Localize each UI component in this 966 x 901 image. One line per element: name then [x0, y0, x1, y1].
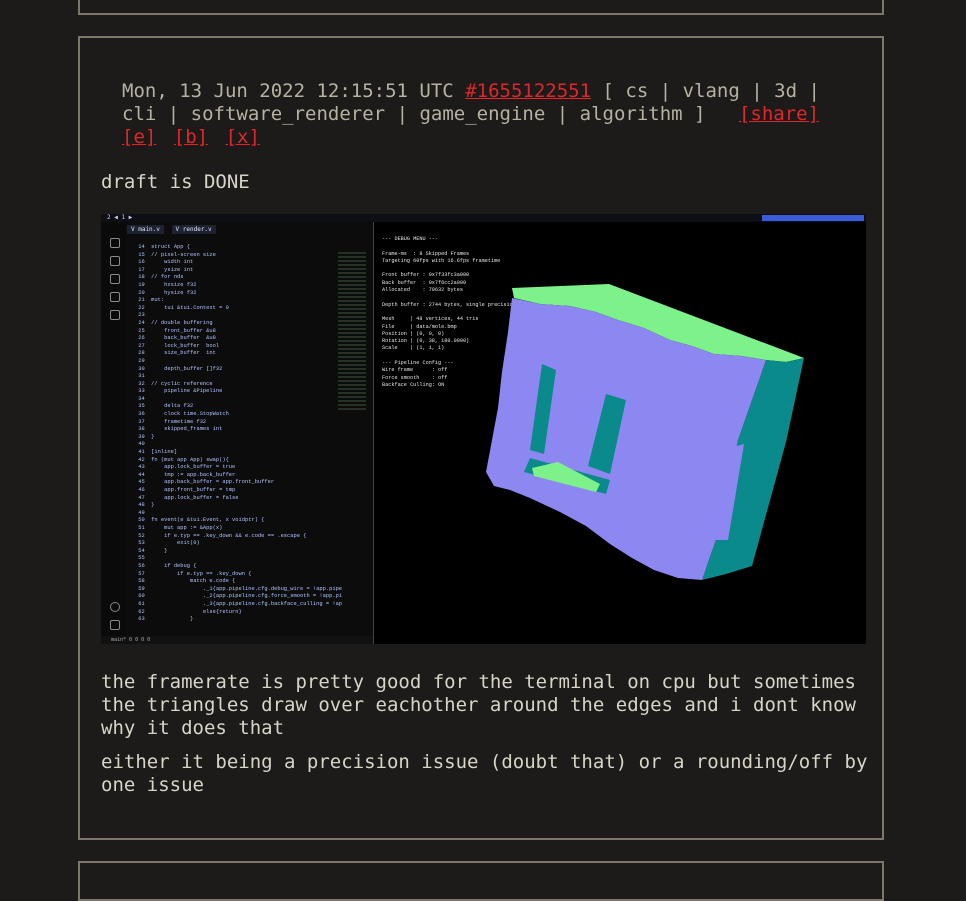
next-post-card: [78, 861, 884, 901]
screenshot-topbar: 2 ◀ 1 ▶: [101, 214, 866, 222]
code-line: 52 if e.typ == .key_down && e.code == .e…: [135, 532, 307, 539]
code-line: 39 }: [135, 433, 155, 440]
run-icon: [110, 292, 120, 302]
code-line: 20 hysize f32: [135, 289, 197, 296]
code-line: 28 size_buffer int: [135, 350, 216, 357]
post-paragraph: either it being a precision issue (doubt…: [101, 751, 868, 796]
code-line: 41 [inline]: [135, 449, 178, 456]
editor-tab: V render.v: [171, 225, 216, 234]
code-editor-pane: V main.v V render.v 14 struct App { 15 /…: [101, 222, 374, 644]
code-line: 37 frametime f32: [135, 418, 207, 425]
code-line: 42 fn (mut app App) swap(){: [135, 456, 229, 463]
code-line: 19 hxsize f32: [135, 281, 197, 288]
tag-cs[interactable]: cs: [625, 80, 648, 102]
post-date: Mon, 13 Jun 2022 12:15:51 UTC: [122, 80, 454, 102]
code-line: 35 delta f32: [135, 403, 194, 410]
account-icon: [110, 602, 120, 612]
code-line: 54 }: [135, 547, 168, 554]
share-link[interactable]: [share]: [739, 103, 819, 125]
code-line: 17 ysize int: [135, 266, 194, 273]
code-line: 15 // pixel-screen size: [135, 251, 216, 258]
previous-post-card: [78, 0, 884, 15]
tag-game-engine[interactable]: game_engine: [419, 103, 545, 125]
code-line: 32 // cyclic reference: [135, 380, 213, 387]
code-line: 53 exit(0): [135, 540, 200, 547]
code-line: 59 ._1{app.pipeline.cfg.debug_wire = !ap…: [135, 585, 343, 592]
code-line: 63 }: [135, 616, 194, 623]
code-line: 31: [135, 373, 152, 380]
editor-activity-bar: [101, 222, 125, 644]
code-line: 62 else{return}: [135, 608, 242, 615]
post-card: Mon, 13 Jun 2022 12:15:51 UTC #165512255…: [78, 36, 884, 840]
code-line: 36 clock time.StopWatch: [135, 411, 229, 418]
code-line: 61 ._3{app.pipeline.cfg.backface_culling…: [135, 600, 343, 607]
post-paragraph: draft is DONE: [101, 171, 250, 193]
rendered-cube: [486, 284, 804, 580]
code-line: 40: [135, 441, 152, 448]
code-line: 38 skipped_frames int: [135, 426, 223, 433]
code-listing: 14 struct App { 15 // pixel-screen size …: [135, 244, 342, 624]
terminal-pane: --- DEBUG MENU --- Frame-ms : 8 Skipped …: [374, 222, 866, 644]
code-line: 57 if e.typ == .key_down {: [135, 570, 252, 577]
code-line: 33 pipeline &Pipeline: [135, 388, 223, 395]
code-line: 43 app.lock_buffer = true: [135, 464, 236, 471]
code-line: 46 app.front_buffer = tmp: [135, 487, 236, 493]
bookmark-link[interactable]: [b]: [174, 126, 208, 148]
tag-3d[interactable]: 3d: [774, 80, 797, 102]
code-line: 55: [135, 555, 152, 562]
code-line: 14 struct App {: [135, 244, 190, 250]
code-line: 16 width int: [135, 259, 194, 266]
extensions-icon: [110, 310, 120, 320]
tags-open: [: [602, 80, 614, 102]
system-status-bar: [694, 215, 864, 221]
code-line: 29: [135, 357, 152, 364]
post-screenshot: 2 ◀ 1 ▶ V main.v V render.v 14 struct Ap…: [101, 214, 866, 644]
source-control-icon: [110, 274, 120, 284]
code-line: 58 match e.code {: [135, 578, 236, 585]
edit-link[interactable]: [e]: [122, 126, 156, 148]
tag-vlang[interactable]: vlang: [683, 80, 740, 102]
code-line: 26 back_buffer &u8: [135, 335, 216, 342]
editor-status-line: main* 0 0 0 0: [101, 636, 373, 644]
post-id-link[interactable]: #1655122551: [465, 80, 591, 102]
code-line: 30 depth_buffer []f32: [135, 365, 223, 372]
code-line: 24 // double buffering: [135, 319, 213, 326]
files-icon: [110, 238, 120, 248]
delete-link[interactable]: [x]: [226, 126, 260, 148]
code-line: 49: [135, 509, 152, 516]
code-line: 44 tmp := app.back_buffer: [135, 471, 236, 478]
code-line: 45 app.back_buffer = app.front_buffer: [135, 479, 275, 486]
code-line: 50 fn event(e &tui.Event, x voidptr) {: [135, 517, 265, 524]
post-meta: Mon, 13 Jun 2022 12:15:51 UTC #165512255…: [122, 80, 852, 149]
tag-algorithm[interactable]: algorithm: [580, 103, 683, 125]
tag-cli[interactable]: cli: [122, 103, 156, 125]
code-line: 27 lock_buffer bool: [135, 342, 220, 349]
tags-close: ]: [694, 103, 706, 125]
code-line: 34: [135, 395, 152, 402]
code-line: 21 mut:: [135, 297, 165, 304]
code-line: 56 if debug {: [135, 562, 197, 569]
code-line: 22 tui &tui.Context = 0: [135, 304, 229, 311]
code-line: 25 front_buffer &u8: [135, 327, 216, 334]
code-line: 60 ._2{app.pipeline.cfg.force_smooth = !…: [135, 593, 343, 600]
code-line: 18 // for nds: [135, 274, 184, 281]
code-line: 48 }: [135, 502, 155, 509]
gear-icon: [110, 620, 120, 630]
code-line: 51 mut app := &App(x): [135, 524, 223, 531]
post-paragraph: the framerate is pretty good for the ter…: [101, 671, 856, 739]
editor-minimap: [338, 252, 366, 412]
editor-tab: V main.v: [127, 225, 164, 234]
code-line: 47 app.lock_buffer = false: [135, 494, 239, 501]
tag-software-renderer[interactable]: software_renderer: [191, 103, 385, 125]
search-icon: [110, 256, 120, 266]
workspace-tabs: 2 ◀ 1 ▶: [107, 214, 133, 221]
code-line: 23: [135, 312, 152, 319]
editor-tabs: V main.v V render.v: [127, 225, 220, 234]
